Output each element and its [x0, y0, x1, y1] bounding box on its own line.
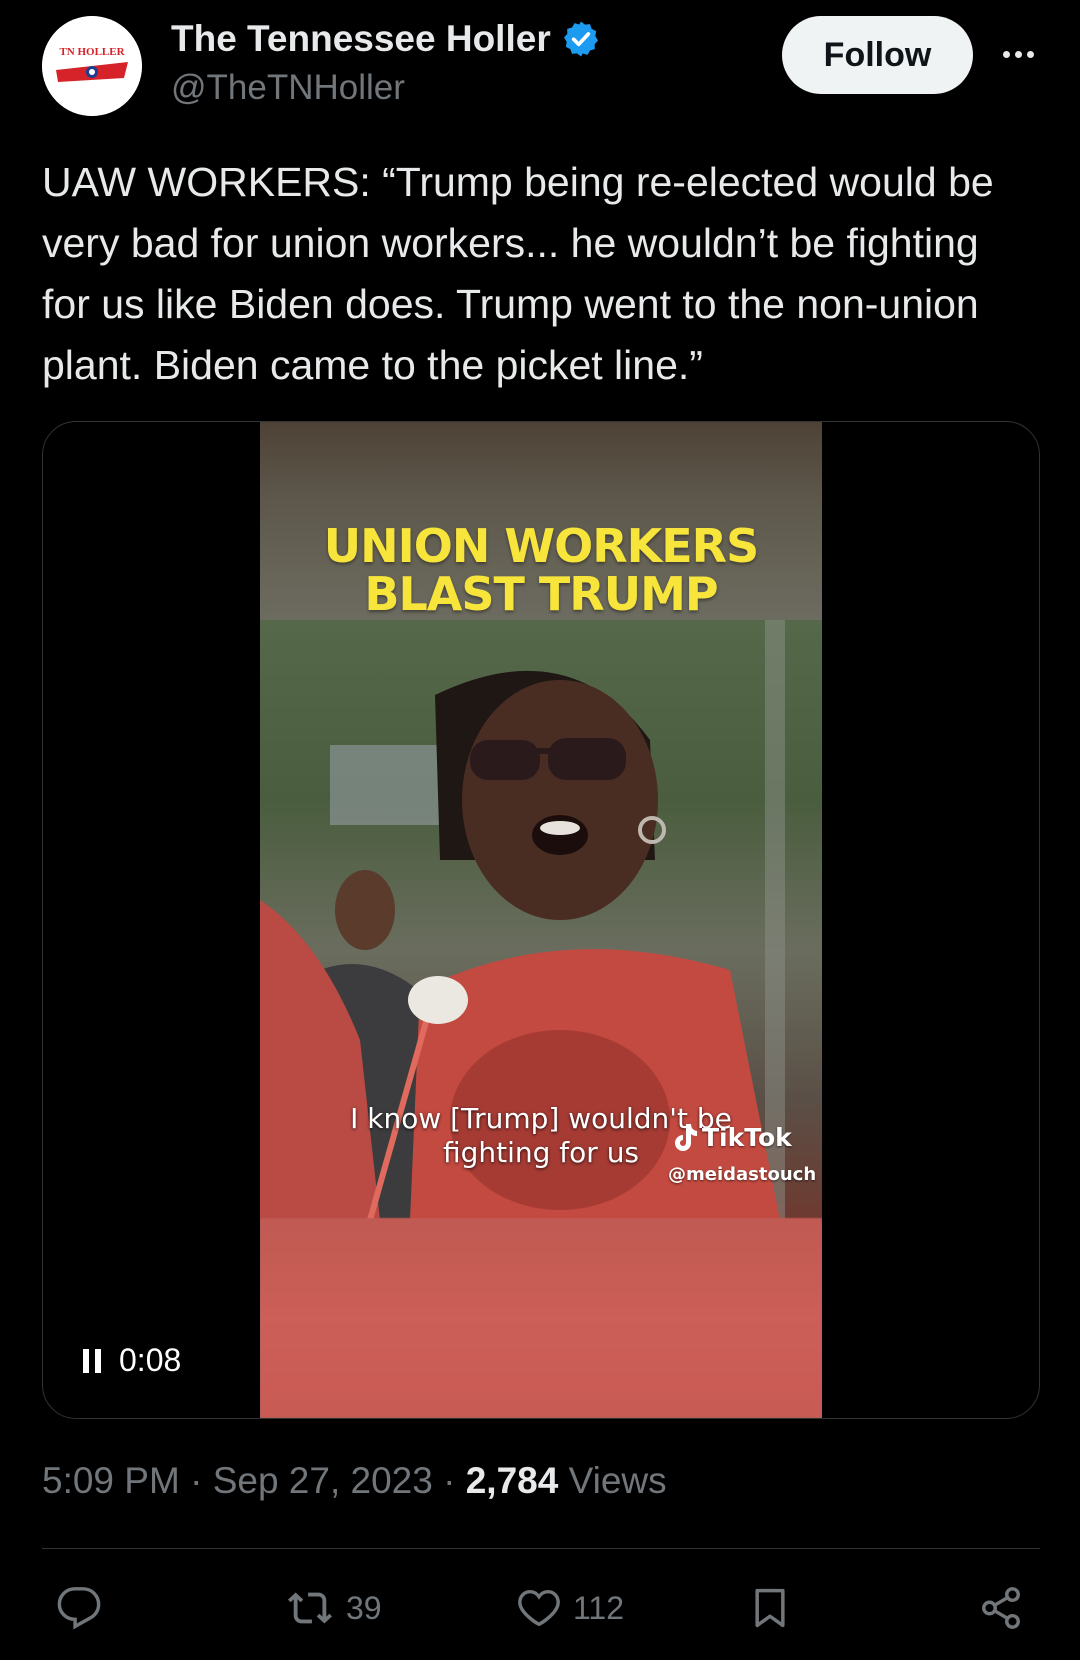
author-name-row[interactable]: The Tennessee Holler [171, 18, 601, 60]
avatar[interactable]: TN HOLLER [42, 16, 142, 116]
video-frame[interactable]: UNION WORKERS BLAST TRUMP I know [Trump]… [260, 422, 822, 1418]
reply-icon [57, 1587, 101, 1630]
retweet-icon [287, 1592, 333, 1624]
heart-icon [518, 1589, 560, 1627]
avatar-logo-text: TN HOLLER [59, 46, 125, 58]
more-dots-icon[interactable] [996, 36, 1040, 72]
tiktok-icon [675, 1124, 697, 1151]
tweet-meta: 5:09 PM · Sep 27, 2023 · 2,784 Views [42, 1460, 667, 1502]
more-dot [1026, 50, 1034, 58]
video-elapsed-time: 0:08 [119, 1342, 182, 1378]
tiktok-watermark: TikTok [672, 1122, 792, 1152]
verified-badge-icon [563, 21, 598, 57]
tn-holler-logo [42, 16, 142, 116]
more-dot [1014, 50, 1022, 58]
tiktok-brand-label: TikTok [702, 1122, 792, 1152]
more-dot [1002, 50, 1010, 58]
bookmark-button[interactable] [748, 1584, 792, 1632]
tweet-time[interactable]: 5:09 PM [42, 1460, 180, 1501]
video-controls: 0:08 [83, 1342, 181, 1379]
divider [42, 1548, 1040, 1549]
pause-icon[interactable] [83, 1348, 101, 1373]
share-button[interactable] [978, 1584, 1024, 1632]
tiktok-handle: @meidastouch [668, 1164, 817, 1185]
meta-separator: · [190, 1460, 203, 1501]
video-title-overlay: UNION WORKERS BLAST TRUMP [323, 519, 759, 621]
reply-button[interactable] [56, 1584, 112, 1632]
video-bottom-blur [260, 1218, 822, 1418]
views-label: Views [568, 1460, 667, 1501]
retweet-count: 39 [346, 1589, 382, 1626]
tweet-date[interactable]: Sep 27, 2023 [213, 1460, 433, 1501]
bookmark-icon [755, 1588, 785, 1628]
tweet-text: UAW WORKERS: “Trump being re-elected wou… [42, 159, 994, 388]
retweet-button[interactable]: 39 [284, 1584, 382, 1632]
meta-separator: · [443, 1460, 456, 1501]
like-count: 112 [573, 1589, 625, 1626]
video-player[interactable]: UNION WORKERS BLAST TRUMP I know [Trump]… [42, 421, 1040, 1419]
share-icon [982, 1587, 1020, 1629]
like-button[interactable]: 112 [515, 1584, 624, 1632]
views-count: 2,784 [465, 1460, 559, 1501]
follow-button[interactable]: Follow [782, 16, 973, 94]
author-handle[interactable]: @TheTNHoller [171, 68, 405, 108]
author-display-name[interactable]: The Tennessee Holler [171, 18, 551, 60]
